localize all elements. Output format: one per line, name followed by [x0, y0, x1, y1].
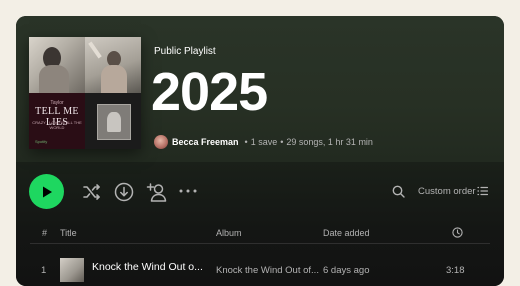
play-button[interactable]: [29, 174, 64, 209]
column-album[interactable]: Album: [216, 228, 242, 238]
track-duration: 3:18: [446, 265, 465, 276]
track-thumbnail: [60, 258, 84, 282]
save-count: 1 save: [250, 137, 278, 147]
play-icon: [42, 186, 52, 197]
track-row[interactable]: 1 Knock the Wind Out o... Knock the Wind…: [30, 256, 490, 286]
download-icon: [114, 182, 134, 202]
list-icon: [476, 186, 488, 196]
playlist-cover[interactable]: Taylor TELL ME LIES CRAZY · LOVE IS ALL …: [29, 37, 141, 149]
search-icon: [392, 185, 405, 198]
track-album[interactable]: Knock the Wind Out of...: [216, 265, 319, 276]
column-date-added[interactable]: Date added: [323, 228, 370, 238]
tracklist-header: # Title Album Date added: [30, 223, 490, 244]
track-date-added: 6 days ago: [323, 265, 370, 276]
add-collaborator-button[interactable]: [144, 179, 170, 205]
playlist-type-label: Public Playlist: [154, 46, 216, 57]
meta-separator: •: [280, 137, 284, 147]
shuffle-icon: [83, 184, 100, 200]
track-title[interactable]: Knock the Wind Out o...: [92, 261, 203, 273]
clock-icon: [452, 227, 463, 238]
cover-tile-1: [29, 37, 85, 93]
column-title[interactable]: Title: [60, 228, 77, 238]
track-number: 1: [41, 265, 47, 276]
shuffle-button[interactable]: [80, 180, 104, 204]
cover-tile-4: [85, 93, 141, 149]
cover-tile-3: Taylor TELL ME LIES CRAZY · LOVE IS ALL …: [29, 93, 85, 149]
more-icon: [179, 189, 197, 193]
column-number: #: [42, 228, 48, 238]
more-options-button[interactable]: [178, 181, 198, 201]
playlist-meta: Becca Freeman • 1 save • 29 songs, 1 hr …: [154, 135, 373, 149]
meta-separator: •: [244, 137, 248, 147]
download-button[interactable]: [112, 180, 136, 204]
owner-avatar[interactable]: [154, 135, 168, 149]
list-view-button[interactable]: [476, 185, 488, 197]
add-user-icon: [146, 183, 167, 202]
search-button[interactable]: [390, 183, 406, 199]
playlist-title: 2025: [151, 62, 268, 122]
playlist-stats: 29 songs, 1 hr 31 min: [286, 137, 373, 147]
column-duration[interactable]: [452, 227, 463, 240]
cover-tile-2: [85, 37, 141, 93]
owner-name[interactable]: Becca Freeman: [172, 137, 239, 147]
sort-dropdown[interactable]: Custom order: [418, 186, 476, 197]
sort-label: Custom order: [418, 186, 476, 197]
playlist-panel: Taylor TELL ME LIES CRAZY · LOVE IS ALL …: [16, 16, 504, 286]
